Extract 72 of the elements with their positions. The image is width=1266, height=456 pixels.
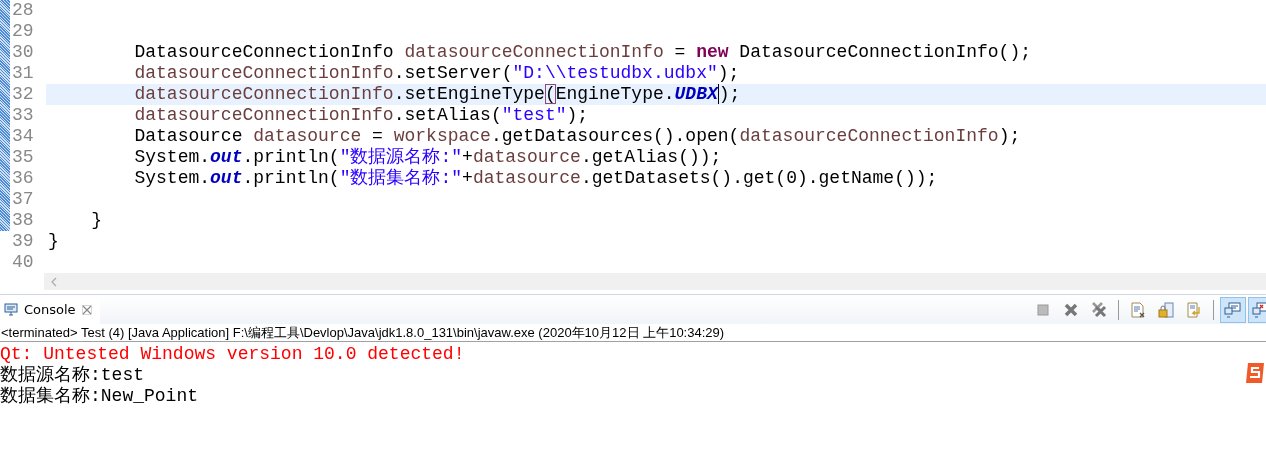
code-text: + (462, 147, 473, 167)
console-icon (4, 303, 18, 316)
static-field: out (210, 147, 243, 167)
field-name: datasourceConnectionInfo (134, 105, 394, 125)
document-x-icon (1129, 300, 1147, 319)
field-name: workspace (393, 126, 491, 146)
code-text: .getAlias()); (580, 147, 722, 167)
line-number: 28 (11, 0, 35, 21)
scroll-left-icon[interactable] (50, 276, 58, 287)
string-literal: "数据集名称:" (339, 168, 463, 188)
line-number: 35 (11, 147, 35, 168)
line-number: 34 (11, 126, 35, 147)
code-text: Datasource (134, 126, 244, 146)
line-number: 37 (11, 189, 35, 210)
line-number: 30 (11, 42, 35, 63)
code-text: DatasourceConnectionInfo(); (739, 42, 1031, 62)
field-name: datasource (253, 126, 362, 146)
line-number: 33 (11, 105, 35, 126)
code-text: = (372, 126, 384, 146)
code-text: ); (566, 105, 589, 125)
field-name: datasourceConnectionInfo (739, 126, 999, 146)
line-number: 29 (11, 21, 35, 42)
code-text: } (91, 210, 103, 230)
code-text: System. (134, 147, 211, 167)
code-text: } (48, 231, 59, 251)
code-text: .println( (242, 168, 340, 188)
code-text: System. (134, 168, 211, 188)
monitor-icon (1224, 300, 1242, 319)
code-text: = (674, 42, 687, 62)
console-output-line: Qt: Untested Windows version 10.0 detected! (0, 344, 466, 365)
field-name: datasourceConnectionInfo (134, 84, 394, 104)
line-number: 40 (11, 252, 35, 273)
field-name: datasource (472, 147, 581, 167)
static-field: out (210, 168, 243, 188)
stdout-button[interactable] (1220, 296, 1246, 323)
static-field: UDBX (674, 84, 719, 104)
code-text: ); (998, 126, 1021, 146)
code-text: .getDatasets().get(0).getName()); (580, 168, 938, 188)
code-text: ); (717, 63, 740, 83)
code-text: .setAlias( (393, 105, 502, 125)
input-method-icon[interactable] (1244, 361, 1266, 385)
string-literal: "D:\\testudbx.udbx" (512, 63, 718, 83)
code-text: .setEngineType (393, 84, 545, 104)
line-number: 36 (11, 168, 35, 189)
code-text: + (462, 168, 473, 188)
console-output-line: 数据集名称:New_Point (0, 386, 200, 407)
line-number: 38 (11, 210, 35, 231)
close-icon[interactable] (81, 304, 92, 315)
code-text: .setServer( (393, 63, 513, 83)
monitor-error-icon (1252, 300, 1266, 319)
code-text: DatasourceConnectionInfo (134, 42, 395, 62)
document-arrow-icon (1185, 300, 1203, 319)
stderr-button[interactable] (1248, 296, 1266, 323)
console-output-line: 数据源名称:test (0, 365, 145, 386)
line-number: 32 (11, 84, 35, 105)
lock-icon (1157, 300, 1175, 319)
code-text: .getDatasources().open( (490, 126, 740, 146)
horizontal-scrollbar[interactable] (44, 273, 1266, 290)
field-name: datasourceConnectionInfo (404, 42, 664, 62)
process-status: <terminated> Test (4) [Java Application] F:\编程工具\Devlop\Java\jdk1.8.0_131\bin\javaw.exe (2020年10月12日 上午10:34:29) (0, 324, 1266, 342)
line-number: 31 (11, 63, 35, 84)
code-text: ); (718, 84, 741, 104)
keyword: new (696, 42, 729, 62)
code-text: EngineType. (555, 84, 675, 104)
code-text: ( (544, 84, 556, 104)
string-literal: "test" (501, 105, 567, 125)
double-x-icon (1090, 300, 1108, 319)
string-literal: "数据源名称:" (339, 147, 463, 167)
code-text: .println( (242, 147, 340, 167)
field-name: datasourceConnectionInfo (134, 63, 394, 83)
field-name: datasource (472, 168, 581, 188)
line-number: 39 (11, 231, 35, 252)
